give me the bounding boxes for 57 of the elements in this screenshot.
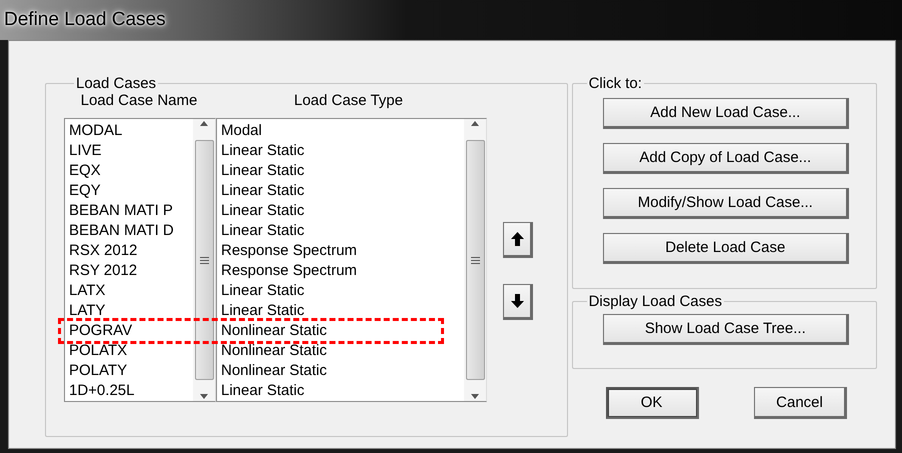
list-item[interactable]: Linear Static xyxy=(221,161,464,181)
list-item[interactable]: Linear Static xyxy=(221,201,464,221)
list-item[interactable]: LATX xyxy=(69,281,193,301)
list-item[interactable]: Linear Static xyxy=(221,221,464,241)
window-title: Define Load Cases xyxy=(4,9,166,31)
list-item[interactable]: Linear Static xyxy=(221,301,464,321)
name-list[interactable]: MODAL LIVE EQX EQY BEBAN MATI P BEBAN MATI D RSX 2012 RSY 2012 LATX LATY POGRAV POLATX POLATY 1D+0.25L xyxy=(64,118,216,402)
list-item[interactable]: Nonlinear Static xyxy=(221,361,464,381)
list-item[interactable]: Nonlinear Static xyxy=(221,341,464,361)
group-title: Load Cases xyxy=(75,75,158,92)
up-arrow-icon xyxy=(510,232,524,246)
group-title: Click to: xyxy=(588,75,643,92)
list-item[interactable]: BEBAN MATI P xyxy=(69,201,193,221)
list-item[interactable]: POLATY xyxy=(69,361,193,381)
list-item[interactable]: Linear Static xyxy=(221,281,464,301)
list-item[interactable]: MODAL xyxy=(69,121,193,141)
scroll-up-icon xyxy=(200,121,208,126)
list-item[interactable]: BEBAN MATI D xyxy=(69,221,193,241)
list-item[interactable]: POGRAV xyxy=(69,321,193,341)
dialog-button[interactable]: Cancel xyxy=(754,387,847,419)
column-header: Load Case Type xyxy=(293,92,404,111)
scrollbar[interactable] xyxy=(464,119,486,401)
dialog-button[interactable]: OK xyxy=(606,387,699,419)
scrollbar[interactable] xyxy=(193,119,215,401)
scroll-down-icon xyxy=(471,394,479,399)
scroll-thumb[interactable] xyxy=(466,140,484,380)
action-button[interactable]: Modify/Show Load Case... xyxy=(603,188,850,219)
move-up-button[interactable] xyxy=(503,222,533,258)
list-item[interactable]: Nonlinear Static xyxy=(221,321,464,341)
list-item[interactable]: Modal xyxy=(221,121,464,141)
action-button[interactable]: Add New Load Case... xyxy=(603,98,850,129)
type-list[interactable] xyxy=(216,118,487,402)
list-item[interactable]: Response Spectrum xyxy=(221,241,464,261)
list-item[interactable]: RSX 2012 xyxy=(69,241,193,261)
list-item[interactable]: Response Spectrum xyxy=(221,261,464,281)
grip-icon xyxy=(200,256,208,264)
action-button[interactable]: Delete Load Case xyxy=(603,233,850,264)
list-item[interactable]: Linear Static xyxy=(221,141,464,161)
list-item[interactable]: EQX xyxy=(69,161,193,181)
list-item[interactable]: POLATX xyxy=(69,341,193,361)
group-title: Display Load Cases xyxy=(588,293,723,310)
list-item[interactable]: RSY 2012 xyxy=(69,261,193,281)
down-arrow-icon xyxy=(510,294,524,308)
list-item[interactable]: Linear Static xyxy=(221,181,464,201)
action-button[interactable]: Show Load Case Tree... xyxy=(603,314,850,345)
grip-icon xyxy=(470,256,480,264)
move-down-button[interactable] xyxy=(503,284,533,320)
list-item[interactable]: LIVE xyxy=(69,141,193,161)
list-item[interactable]: Linear Static xyxy=(221,381,464,401)
list-item[interactable]: LATY xyxy=(69,301,193,321)
scroll-down-icon xyxy=(200,394,208,399)
column-header: Load Case Name xyxy=(80,92,198,111)
scroll-up-icon xyxy=(471,121,479,126)
action-button[interactable]: Add Copy of Load Case... xyxy=(603,143,850,174)
list-item[interactable]: EQY xyxy=(69,181,193,201)
scroll-thumb[interactable] xyxy=(194,140,214,380)
list-item[interactable]: 1D+0.25L xyxy=(69,381,193,401)
